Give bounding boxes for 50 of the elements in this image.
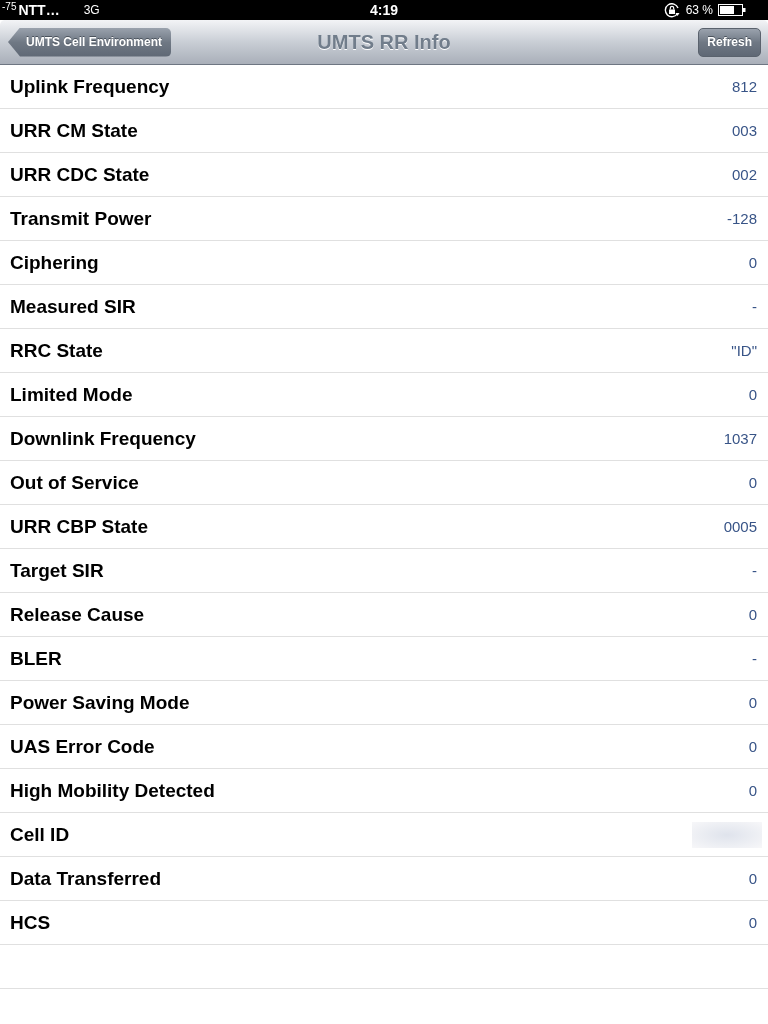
row-value: 0005 xyxy=(723,518,758,535)
row-value: 0 xyxy=(748,914,758,931)
battery-icon xyxy=(718,4,746,16)
row-value: 0 xyxy=(748,782,758,799)
row-value: "ID" xyxy=(731,342,758,359)
row-value: 0 xyxy=(748,254,758,271)
row-value: 002 xyxy=(731,166,758,183)
row-value: -128 xyxy=(726,210,758,227)
row-label: Data Transferred xyxy=(10,867,161,890)
row-label: Transmit Power xyxy=(10,207,152,230)
row-value: 0 xyxy=(748,606,758,623)
row-value: 0 xyxy=(748,738,758,755)
row-label: URR CM State xyxy=(10,119,138,142)
row-label: Ciphering xyxy=(10,251,99,274)
row-label: Cell ID xyxy=(10,823,70,846)
battery-percentage: 63 % xyxy=(685,3,713,17)
row-label: Power Saving Mode xyxy=(10,691,190,714)
row-value: - xyxy=(752,650,758,667)
row-value: 0 xyxy=(748,386,758,403)
row-label: URR CBP State xyxy=(10,515,148,538)
row-label: Uplink Frequency xyxy=(10,75,170,98)
row-value: 1037 xyxy=(723,430,758,447)
row-value: - xyxy=(752,298,758,315)
row-label: Release Cause xyxy=(10,603,145,626)
row-label: High Mobility Detected xyxy=(10,779,215,802)
refresh-button[interactable]: Refresh xyxy=(698,27,761,57)
row-label: RRC State xyxy=(10,339,103,362)
row-value: - xyxy=(752,562,758,579)
row-value: 0 xyxy=(748,474,758,491)
nav-title: UMTS RR Info xyxy=(317,30,451,54)
row-label: BLER xyxy=(10,647,62,670)
blurred-value-block xyxy=(692,821,762,848)
row-value: 0 xyxy=(748,870,758,887)
back-button[interactable]: UMTS Cell Environment xyxy=(8,27,171,57)
row-value: 003 xyxy=(731,122,758,139)
row-label: URR CDC State xyxy=(10,163,150,186)
row-label: HCS xyxy=(10,911,51,934)
row-label: Downlink Frequency xyxy=(10,427,196,450)
row-label: Out of Service xyxy=(10,471,139,494)
signal-strength: -75 xyxy=(2,1,17,12)
clock-time: 4:19 xyxy=(370,2,398,18)
row-value: 812 xyxy=(731,78,758,95)
row-label: UAS Error Code xyxy=(10,735,155,758)
row-label: Measured SIR xyxy=(10,295,136,318)
row-value: 0 xyxy=(748,694,758,711)
network-type: 3G xyxy=(83,3,100,17)
carrier-name: NTT… xyxy=(18,2,60,18)
rotation-lock-icon xyxy=(663,2,681,18)
row-label: Limited Mode xyxy=(10,383,133,406)
row-label: Target SIR xyxy=(10,559,104,582)
